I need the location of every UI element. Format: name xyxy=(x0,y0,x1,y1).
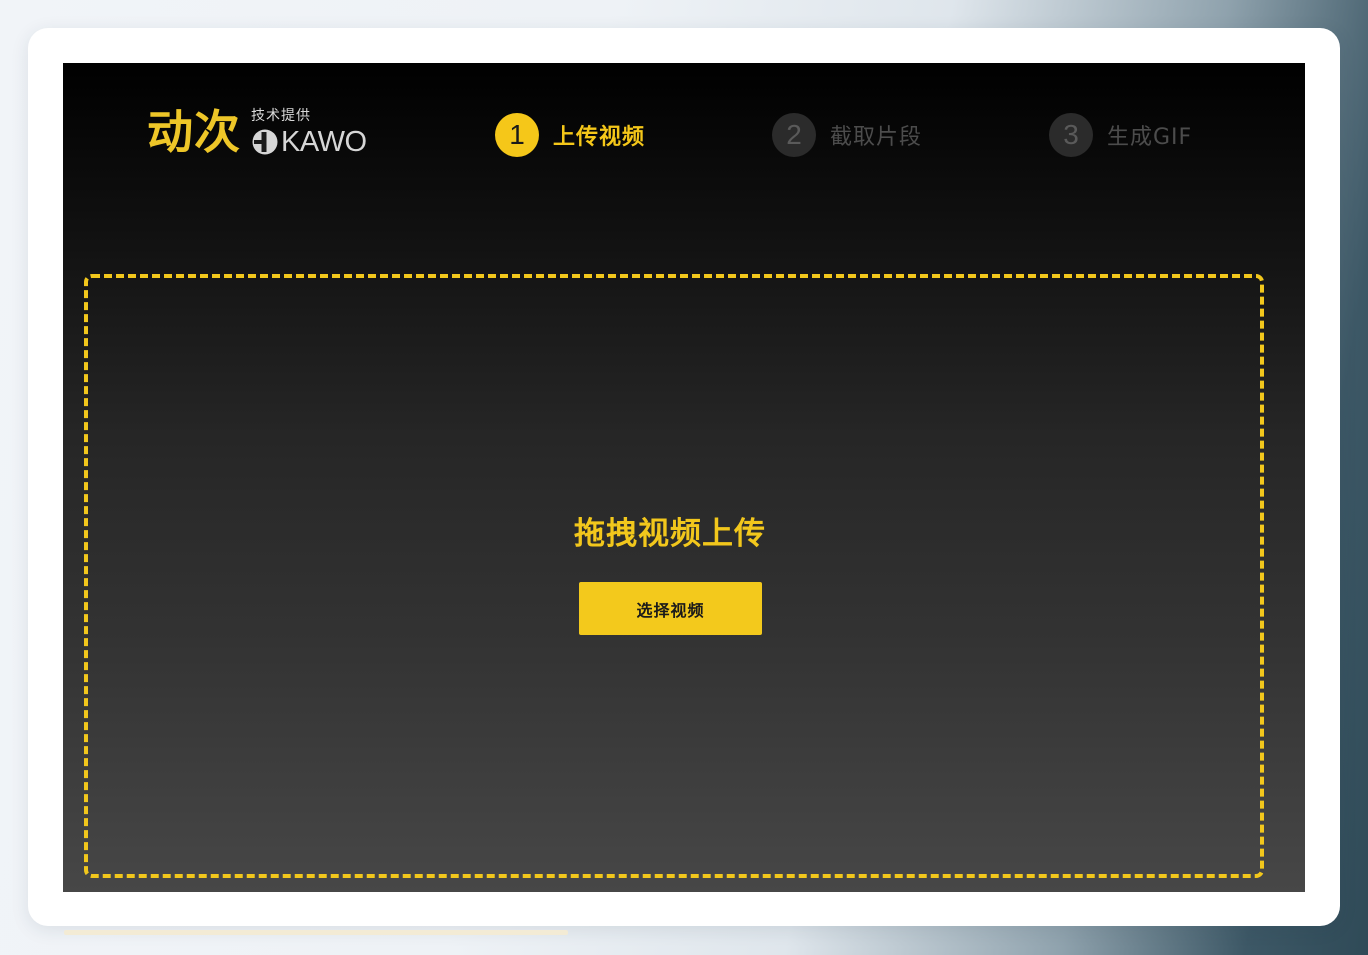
step-label: 上传视频 xyxy=(553,125,646,150)
step-trim-clip[interactable]: 2 截取片段 xyxy=(772,113,922,157)
step-number-badge: 1 xyxy=(495,113,539,157)
logo-text: 动次 xyxy=(147,105,241,159)
frame-underline xyxy=(64,930,568,935)
step-number-badge: 2 xyxy=(772,113,816,157)
kawo-logo-icon xyxy=(252,129,278,155)
dropzone-title: 拖拽视频上传 xyxy=(574,516,766,552)
step-label: 截取片段 xyxy=(830,125,923,150)
select-video-button[interactable]: 选择视频 xyxy=(579,582,762,635)
logo[interactable]: 动次 技术提供 KAWO xyxy=(147,103,387,163)
step-label: 生成GIF xyxy=(1107,125,1193,150)
brand-name: KAWO xyxy=(281,126,367,158)
step-generate-gif[interactable]: 3 生成GIF xyxy=(1049,113,1192,157)
powered-by-label: 技术提供 xyxy=(251,108,311,124)
step-number-badge: 3 xyxy=(1049,113,1093,157)
brand-lockup: KAWO xyxy=(251,126,367,158)
app-canvas: 动次 技术提供 KAWO 1 上传视频 2 截取片段 3 生成GIF 拖拽视频上… xyxy=(63,63,1305,892)
step-upload-video[interactable]: 1 上传视频 xyxy=(495,113,645,157)
video-dropzone[interactable] xyxy=(84,274,1264,878)
